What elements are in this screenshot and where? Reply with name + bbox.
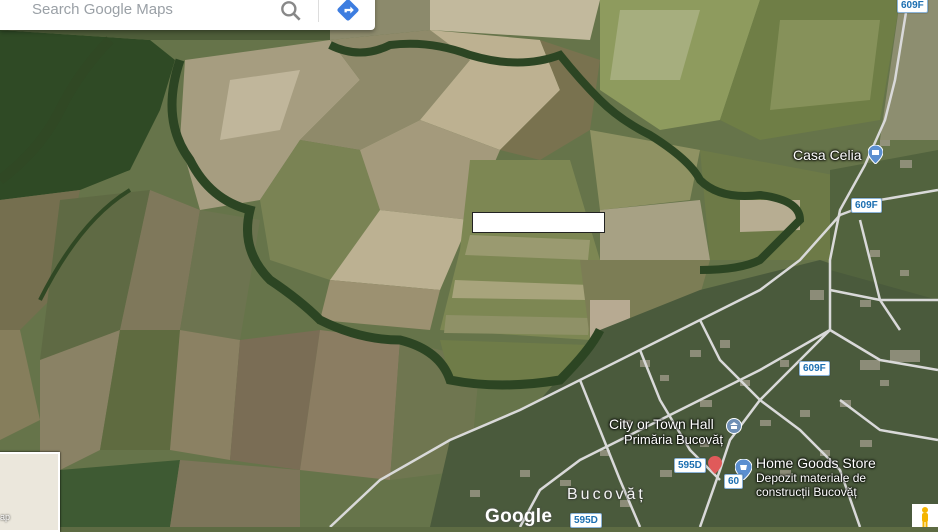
satellite-map[interactable]: [0, 0, 938, 527]
lodging-icon[interactable]: [867, 144, 884, 169]
road-shield: 609F: [851, 198, 882, 213]
place-label-city-hall-name: Primăria Bucovăț: [624, 432, 723, 447]
search-divider: [318, 0, 319, 22]
road-shield: 595D: [570, 513, 602, 528]
google-logo: Google: [485, 506, 553, 527]
town-label[interactable]: Bucovăț: [567, 486, 646, 504]
label-box: [472, 212, 605, 233]
minimap-label: ap: [0, 512, 11, 522]
place-label-home-goods-sub1: Depozit materiale de: [756, 471, 867, 485]
search-input[interactable]: [32, 0, 262, 24]
road-shield: 595D: [674, 458, 706, 473]
place-label-home-goods[interactable]: Home Goods Store: [756, 455, 876, 471]
directions-icon[interactable]: [334, 0, 362, 24]
road-shield: 60: [724, 474, 744, 489]
layer-toggle-minimap[interactable]: ap: [0, 452, 60, 532]
road-shield: 609F: [799, 361, 830, 376]
search-box: [0, 0, 375, 30]
place-marker[interactable]: [708, 456, 722, 479]
place-label-city-hall[interactable]: City or Town Hall: [609, 416, 714, 432]
place-label-home-goods-sub2: construcții Bucovăț: [756, 485, 857, 499]
pegman-icon[interactable]: [912, 504, 938, 527]
search-icon[interactable]: [278, 0, 304, 24]
road-shield: 609F: [897, 0, 928, 13]
city-hall-icon[interactable]: [726, 418, 742, 439]
place-label-casa-celia[interactable]: Casa Celia: [793, 147, 861, 163]
